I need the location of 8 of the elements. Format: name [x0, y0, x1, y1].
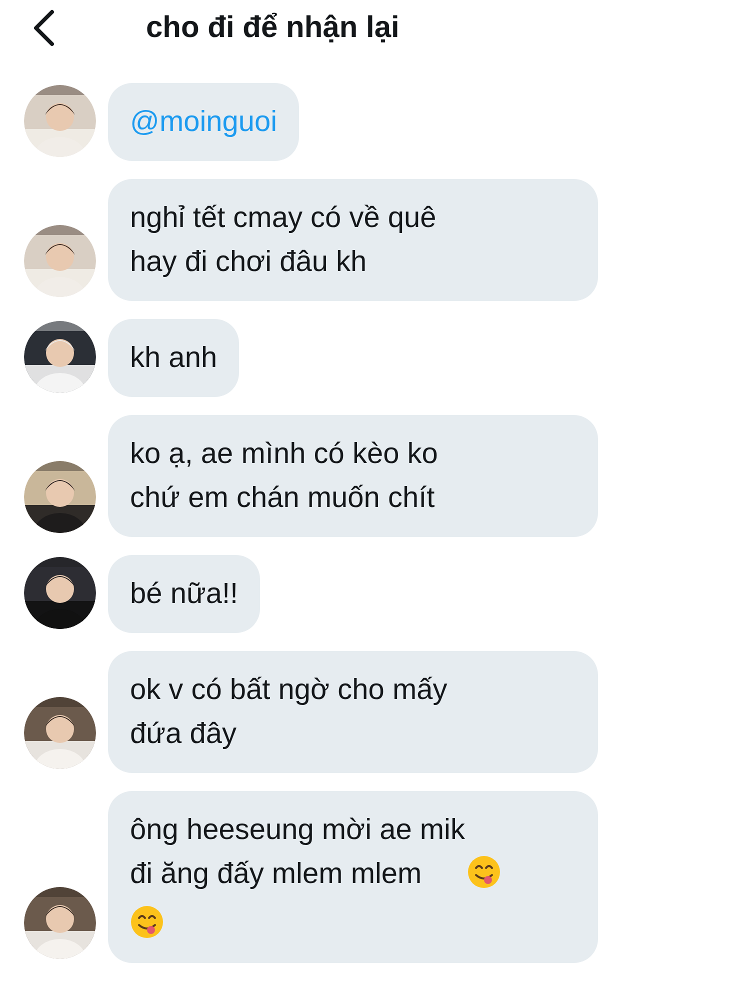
message-text: ông heeseung mời ae mik đi ăng đấy mlem mlem: [130, 813, 465, 892]
message-text: ok v có bất ngờ cho mấy đứa đây: [130, 673, 448, 752]
message-text: nghỉ tết cmay có về quê hay đi chơi đâu kh: [130, 201, 436, 280]
chat-title: cho đi để nhận lại: [146, 11, 400, 45]
message-text: bé nữa!!: [130, 577, 238, 612]
mention-link[interactable]: @moinguoi: [130, 100, 278, 144]
message-text: ko ạ, ae mình có kèo ko chứ em chán muốn chít: [130, 437, 438, 516]
message-text: kh anh: [130, 341, 218, 376]
